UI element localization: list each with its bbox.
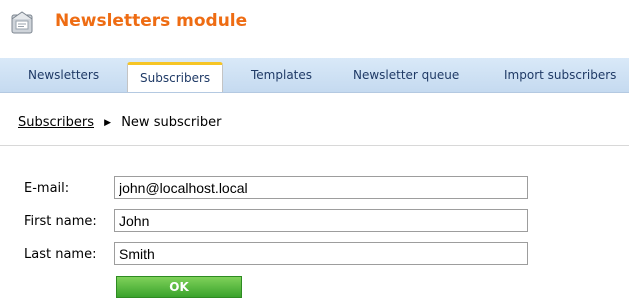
tab-import-subscribers[interactable]: Import subscribers <box>504 68 616 82</box>
last-name-label: Last name: <box>24 247 97 262</box>
module-title: Newsletters module <box>55 11 248 31</box>
breadcrumb: Subscribers ▶ New subscriber <box>18 115 221 130</box>
breadcrumb-subscribers-link[interactable]: Subscribers <box>18 115 94 130</box>
breadcrumb-current: New subscriber <box>121 115 222 130</box>
first-name-label: First name: <box>24 214 97 229</box>
divider <box>0 145 629 146</box>
first-name-field[interactable] <box>114 209 528 232</box>
newsletter-module-icon <box>11 11 33 34</box>
module-header: Newsletters module <box>0 0 629 58</box>
tab-subscribers[interactable]: Subscribers <box>127 62 224 92</box>
tab-newsletter-queue[interactable]: Newsletter queue <box>353 68 459 82</box>
tab-templates[interactable]: Templates <box>251 68 312 82</box>
email-field[interactable] <box>114 176 528 199</box>
ok-button[interactable]: OK <box>116 276 242 298</box>
tab-bar: Newsletters Subscribers Templates Newsle… <box>0 58 629 93</box>
email-label: E-mail: <box>24 181 70 196</box>
triangle-right-icon: ▶ <box>104 118 112 128</box>
last-name-field[interactable] <box>114 242 528 265</box>
tab-newsletters[interactable]: Newsletters <box>28 68 99 82</box>
